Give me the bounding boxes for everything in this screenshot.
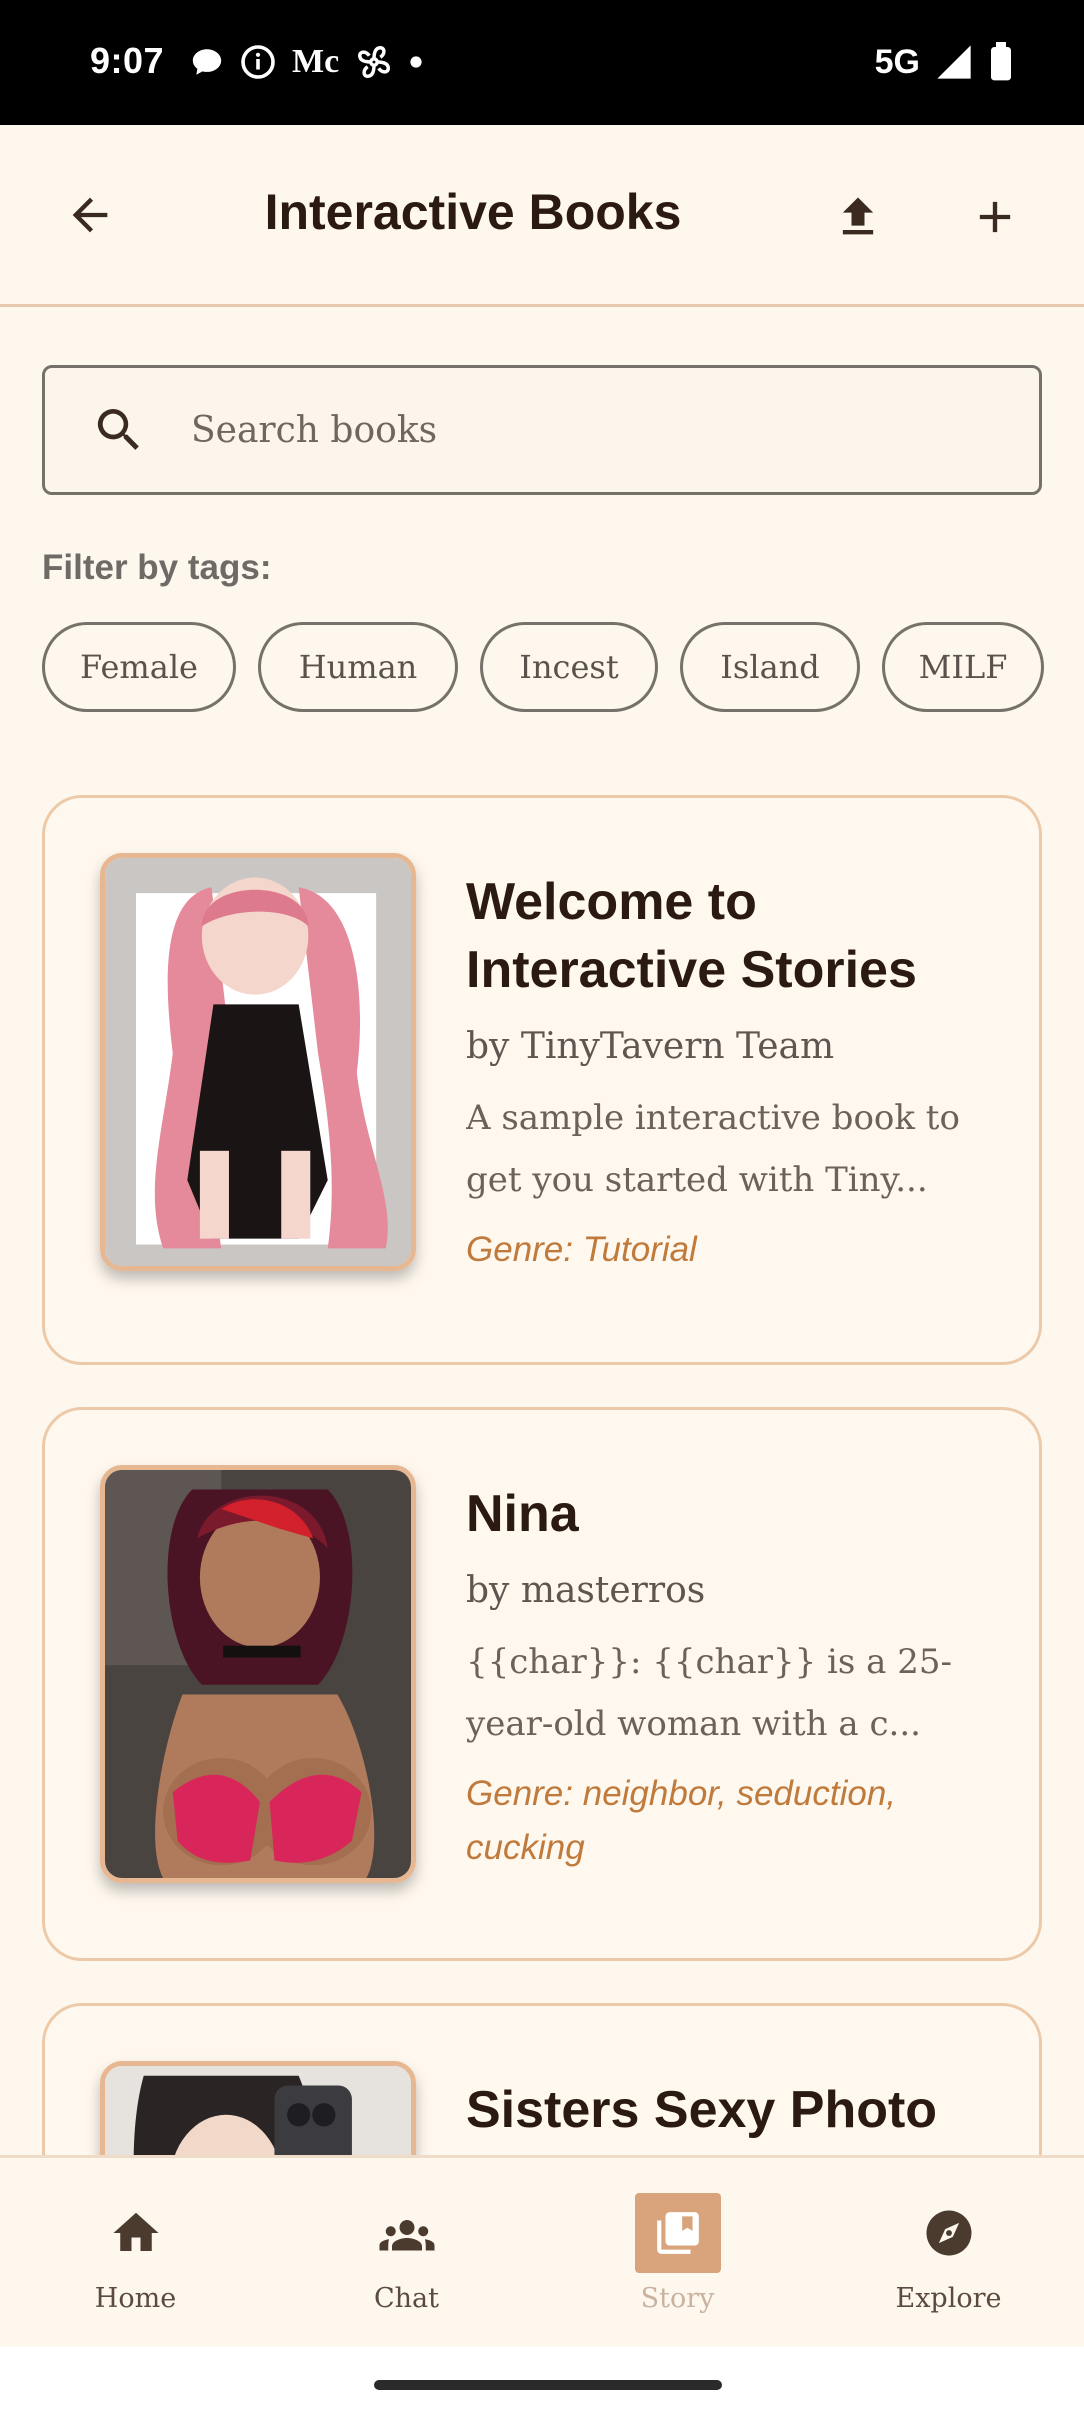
book-info: Sisters Sexy Photo [466, 2076, 986, 2144]
book-cover-image [100, 853, 416, 1271]
app-bar: Interactive Books [0, 125, 1084, 307]
fan-icon [355, 43, 393, 81]
tag-filter-list: Female Human Incest Island MILF [42, 622, 1044, 712]
status-bar: 9:07 Mc 5G [0, 0, 1084, 125]
dot-icon [409, 55, 423, 69]
tag-chip-human[interactable]: Human [258, 622, 458, 712]
tag-chip-incest[interactable]: Incest [480, 622, 658, 712]
book-title: Nina [466, 1485, 579, 1543]
network-type: 5G [874, 42, 920, 81]
book-icon [634, 2193, 721, 2273]
home-icon [93, 2193, 179, 2273]
nav-item-explore[interactable]: Explore [813, 2158, 1084, 2347]
upload-button[interactable] [828, 187, 888, 247]
tag-chip-female[interactable]: Female [42, 622, 236, 712]
signal-icon [934, 42, 974, 82]
nav-label-home: Home [94, 2283, 177, 2314]
book-genre: Genre: neighbor, seduction, cucking [466, 1774, 897, 1867]
book-info: Nina by masterros {{char}}: {{char}} is … [466, 1480, 986, 1875]
bottom-navigation: Home Chat Story Explore [0, 2155, 1084, 2347]
people-icon [364, 2193, 450, 2273]
nav-label-chat: Chat [374, 2283, 439, 2314]
chat-bubble-icon [190, 45, 224, 79]
m-icon: Mc [292, 43, 340, 80]
compass-icon [906, 2193, 992, 2273]
book-description: A sample interactive book to get you sta… [466, 1098, 960, 1200]
book-author: by masterros [466, 1570, 706, 1611]
filter-label: Filter by tags: [42, 548, 272, 587]
add-icon [979, 201, 1011, 233]
home-indicator[interactable] [374, 2380, 722, 2390]
page-title: Interactive Books [264, 184, 682, 240]
nav-item-story[interactable]: Story [542, 2158, 813, 2347]
book-description: {{char}}: {{char}} is a 25-year-old woma… [466, 1642, 953, 1744]
nav-label-story: Story [640, 2283, 715, 2314]
nav-item-chat[interactable]: Chat [271, 2158, 542, 2347]
status-time: 9:07 [90, 40, 165, 81]
search-field[interactable] [42, 365, 1042, 495]
book-author: by TinyTavern Team [466, 1026, 835, 1067]
search-input[interactable] [191, 409, 951, 451]
book-card[interactable]: Nina by masterros {{char}}: {{char}} is … [42, 1407, 1042, 1961]
tag-chip-milf[interactable]: MILF [882, 622, 1044, 712]
upload-icon [842, 197, 874, 235]
nav-item-home[interactable]: Home [0, 2158, 271, 2347]
book-card[interactable]: Welcome to Interactive Stories by TinyTa… [42, 795, 1042, 1365]
book-title: Sisters Sexy Photo [466, 2081, 938, 2139]
nav-label-explore: Explore [895, 2283, 1002, 2314]
book-cover-image [100, 1465, 416, 1883]
search-icon [89, 400, 149, 460]
battery-icon [988, 42, 1014, 82]
book-genre: Genre: Tutorial [466, 1230, 697, 1269]
info-icon [240, 44, 276, 80]
book-info: Welcome to Interactive Stories by TinyTa… [466, 868, 986, 1277]
book-title: Welcome to Interactive Stories [466, 873, 917, 999]
tag-chip-island[interactable]: Island [680, 622, 860, 712]
add-button[interactable] [965, 187, 1025, 247]
system-icons: 5G [875, 40, 1014, 84]
notification-icons: Mc [190, 42, 423, 82]
